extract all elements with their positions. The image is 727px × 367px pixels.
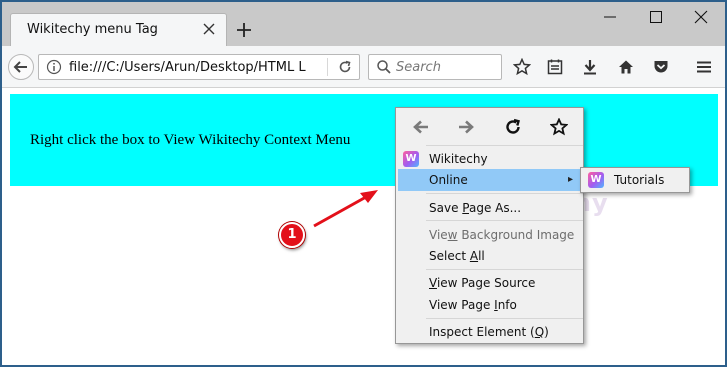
menu-item-save-page-as[interactable]: Save Page As... <box>398 197 583 219</box>
context-menu: W Wikitechy Online ▸ Save Page As... Vie… <box>395 107 584 344</box>
menu-item-label: Wikitechy <box>429 152 488 166</box>
selectall-label-pre: Select <box>429 249 470 263</box>
menu-item-view-background-image: View Background Image <box>398 224 583 246</box>
inspect-label-post: ) <box>544 325 549 339</box>
menu-separator <box>426 220 583 221</box>
selectall-label-post: ll <box>478 249 485 263</box>
menu-item-wikitechy[interactable]: W Wikitechy <box>398 148 583 170</box>
inspect-label-accel: Q <box>534 325 545 339</box>
online-submenu: W Tutorials <box>580 167 690 193</box>
menu-separator <box>426 193 583 194</box>
save-label-post: age As... <box>468 201 522 215</box>
viewbg-label-pre: Vie <box>429 228 448 242</box>
menu-item-label: Online <box>429 173 468 187</box>
menu-item-view-page-source[interactable]: View Page Source <box>398 272 583 294</box>
menu-item-view-page-info[interactable]: View Page Info <box>398 294 583 316</box>
reload-icon[interactable] <box>504 118 522 136</box>
selectall-label-accel: A <box>469 249 479 263</box>
back-arrow-icon[interactable] <box>412 118 430 136</box>
viewinfo-label-pre: View Page <box>429 298 495 312</box>
viewsrc-label-post: iew Page Source <box>436 276 536 290</box>
wikitechy-icon: W <box>403 151 419 167</box>
menu-item-select-all[interactable]: Select All <box>398 245 583 267</box>
viewinfo-label-post: nfo <box>497 298 517 312</box>
save-label-accel: P <box>462 201 469 215</box>
viewbg-label-post: Background Image <box>457 228 575 242</box>
submenu-item-label: Tutorials <box>614 173 665 187</box>
menu-separator <box>426 145 583 146</box>
submenu-arrow-icon: ▸ <box>567 174 573 185</box>
bookmark-star-icon[interactable] <box>550 118 568 136</box>
annotation-marker: 1 <box>279 222 305 248</box>
context-nav-row <box>396 108 585 144</box>
menu-item-online[interactable]: Online ▸ <box>398 169 583 191</box>
menu-separator <box>426 269 583 270</box>
viewsrc-label-accel: V <box>429 276 437 290</box>
viewbg-label-accel: w <box>447 228 458 242</box>
menu-separator <box>426 318 583 319</box>
inspect-label-pre: Inspect Element ( <box>429 325 535 339</box>
forward-arrow-icon[interactable] <box>457 118 475 136</box>
wikitechy-icon: W <box>588 172 604 188</box>
save-label-pre: Save <box>429 201 463 215</box>
submenu-item-tutorials[interactable]: W Tutorials <box>583 169 687 191</box>
menu-item-inspect-element[interactable]: Inspect Element (Q) <box>398 321 583 343</box>
